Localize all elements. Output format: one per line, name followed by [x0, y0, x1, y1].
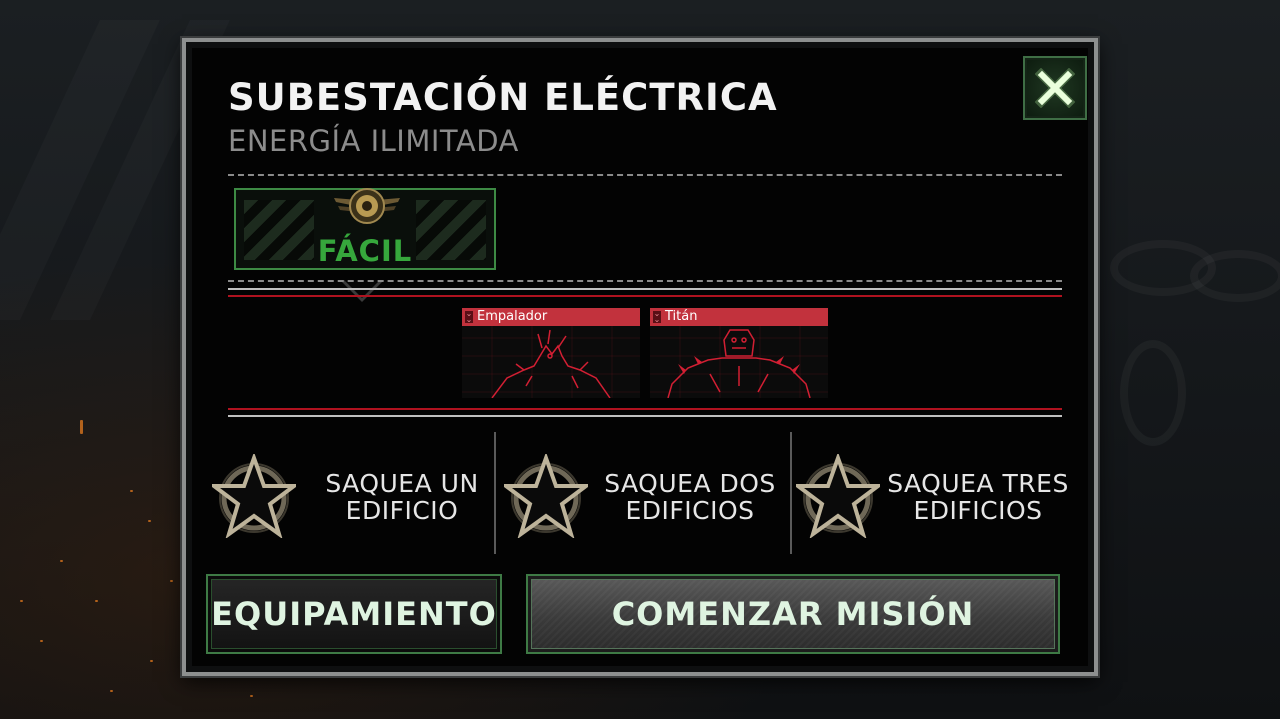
ember	[95, 600, 98, 602]
empalador-portrait	[462, 326, 640, 398]
ember	[80, 420, 83, 434]
ember	[150, 660, 153, 662]
background-chain	[1120, 340, 1186, 446]
close-x-icon	[1035, 68, 1075, 108]
section-divider	[228, 280, 1062, 282]
mission-dialog-body: SUBESTACIÓN ELÉCTRICA ENERGÍA ILIMITADA	[192, 48, 1088, 666]
medal-icon	[334, 188, 400, 224]
enemy-card-header: ⌄ ⌄ Empalador	[462, 308, 640, 326]
objective-separator	[494, 432, 496, 554]
mission-subtitle: ENERGÍA ILIMITADA	[228, 124, 519, 158]
objective-three-buildings: SAQUEA TRES EDIFICIOS	[796, 448, 1086, 558]
ember	[40, 640, 43, 642]
enemy-card-empalador[interactable]: ⌄ ⌄ Empalador	[462, 308, 640, 398]
mission-dialog: SUBESTACIÓN ELÉCTRICA ENERGÍA ILIMITADA	[182, 38, 1098, 676]
enemy-panel-bottom-accent	[228, 408, 1062, 410]
rank-chevron-icon: ⌄ ⌄	[465, 309, 473, 324]
objective-label: SAQUEA DOS EDIFICIOS	[604, 469, 776, 525]
background-chain	[1190, 250, 1280, 302]
start-mission-button[interactable]: COMENZAR MISIÓN	[526, 574, 1060, 654]
equipment-button[interactable]: EQUIPAMIENTO	[206, 574, 502, 654]
star-icon	[504, 454, 588, 538]
mission-title: SUBESTACIÓN ELÉCTRICA	[228, 76, 778, 119]
ember	[20, 600, 23, 602]
titan-portrait	[650, 326, 828, 398]
ember	[110, 690, 113, 692]
enemy-name: Titán	[665, 309, 698, 324]
enemy-card-titan[interactable]: ⌄ ⌄ Titán	[650, 308, 828, 398]
ember	[60, 560, 63, 562]
star-icon	[796, 454, 880, 538]
star-icon	[212, 454, 296, 538]
difficulty-selector[interactable]: FÁCIL	[234, 188, 496, 270]
game-screen: SUBESTACIÓN ELÉCTRICA ENERGÍA ILIMITADA	[0, 0, 1280, 719]
objective-two-buildings: SAQUEA DOS EDIFICIOS	[504, 448, 794, 558]
enemy-panel-top-accent	[228, 295, 1062, 297]
rank-chevron-icon: ⌄ ⌄	[653, 309, 661, 324]
section-divider	[228, 174, 1062, 176]
enemy-name: Empalador	[477, 309, 548, 324]
ember	[148, 520, 151, 522]
enemy-card-header: ⌄ ⌄ Titán	[650, 308, 828, 326]
ember	[130, 490, 133, 492]
ember	[170, 580, 173, 582]
objective-one-building: SAQUEA UN EDIFICIO	[212, 448, 502, 558]
objective-label: SAQUEA TRES EDIFICIOS	[887, 469, 1069, 525]
enemy-panel-bottom-border	[228, 415, 1062, 417]
objective-separator	[790, 432, 792, 554]
close-button[interactable]	[1023, 56, 1087, 120]
objective-label: SAQUEA UN EDIFICIO	[325, 469, 479, 525]
ember	[250, 695, 253, 697]
enemy-panel-top-border	[228, 288, 1062, 290]
difficulty-label: FÁCIL	[317, 234, 413, 268]
